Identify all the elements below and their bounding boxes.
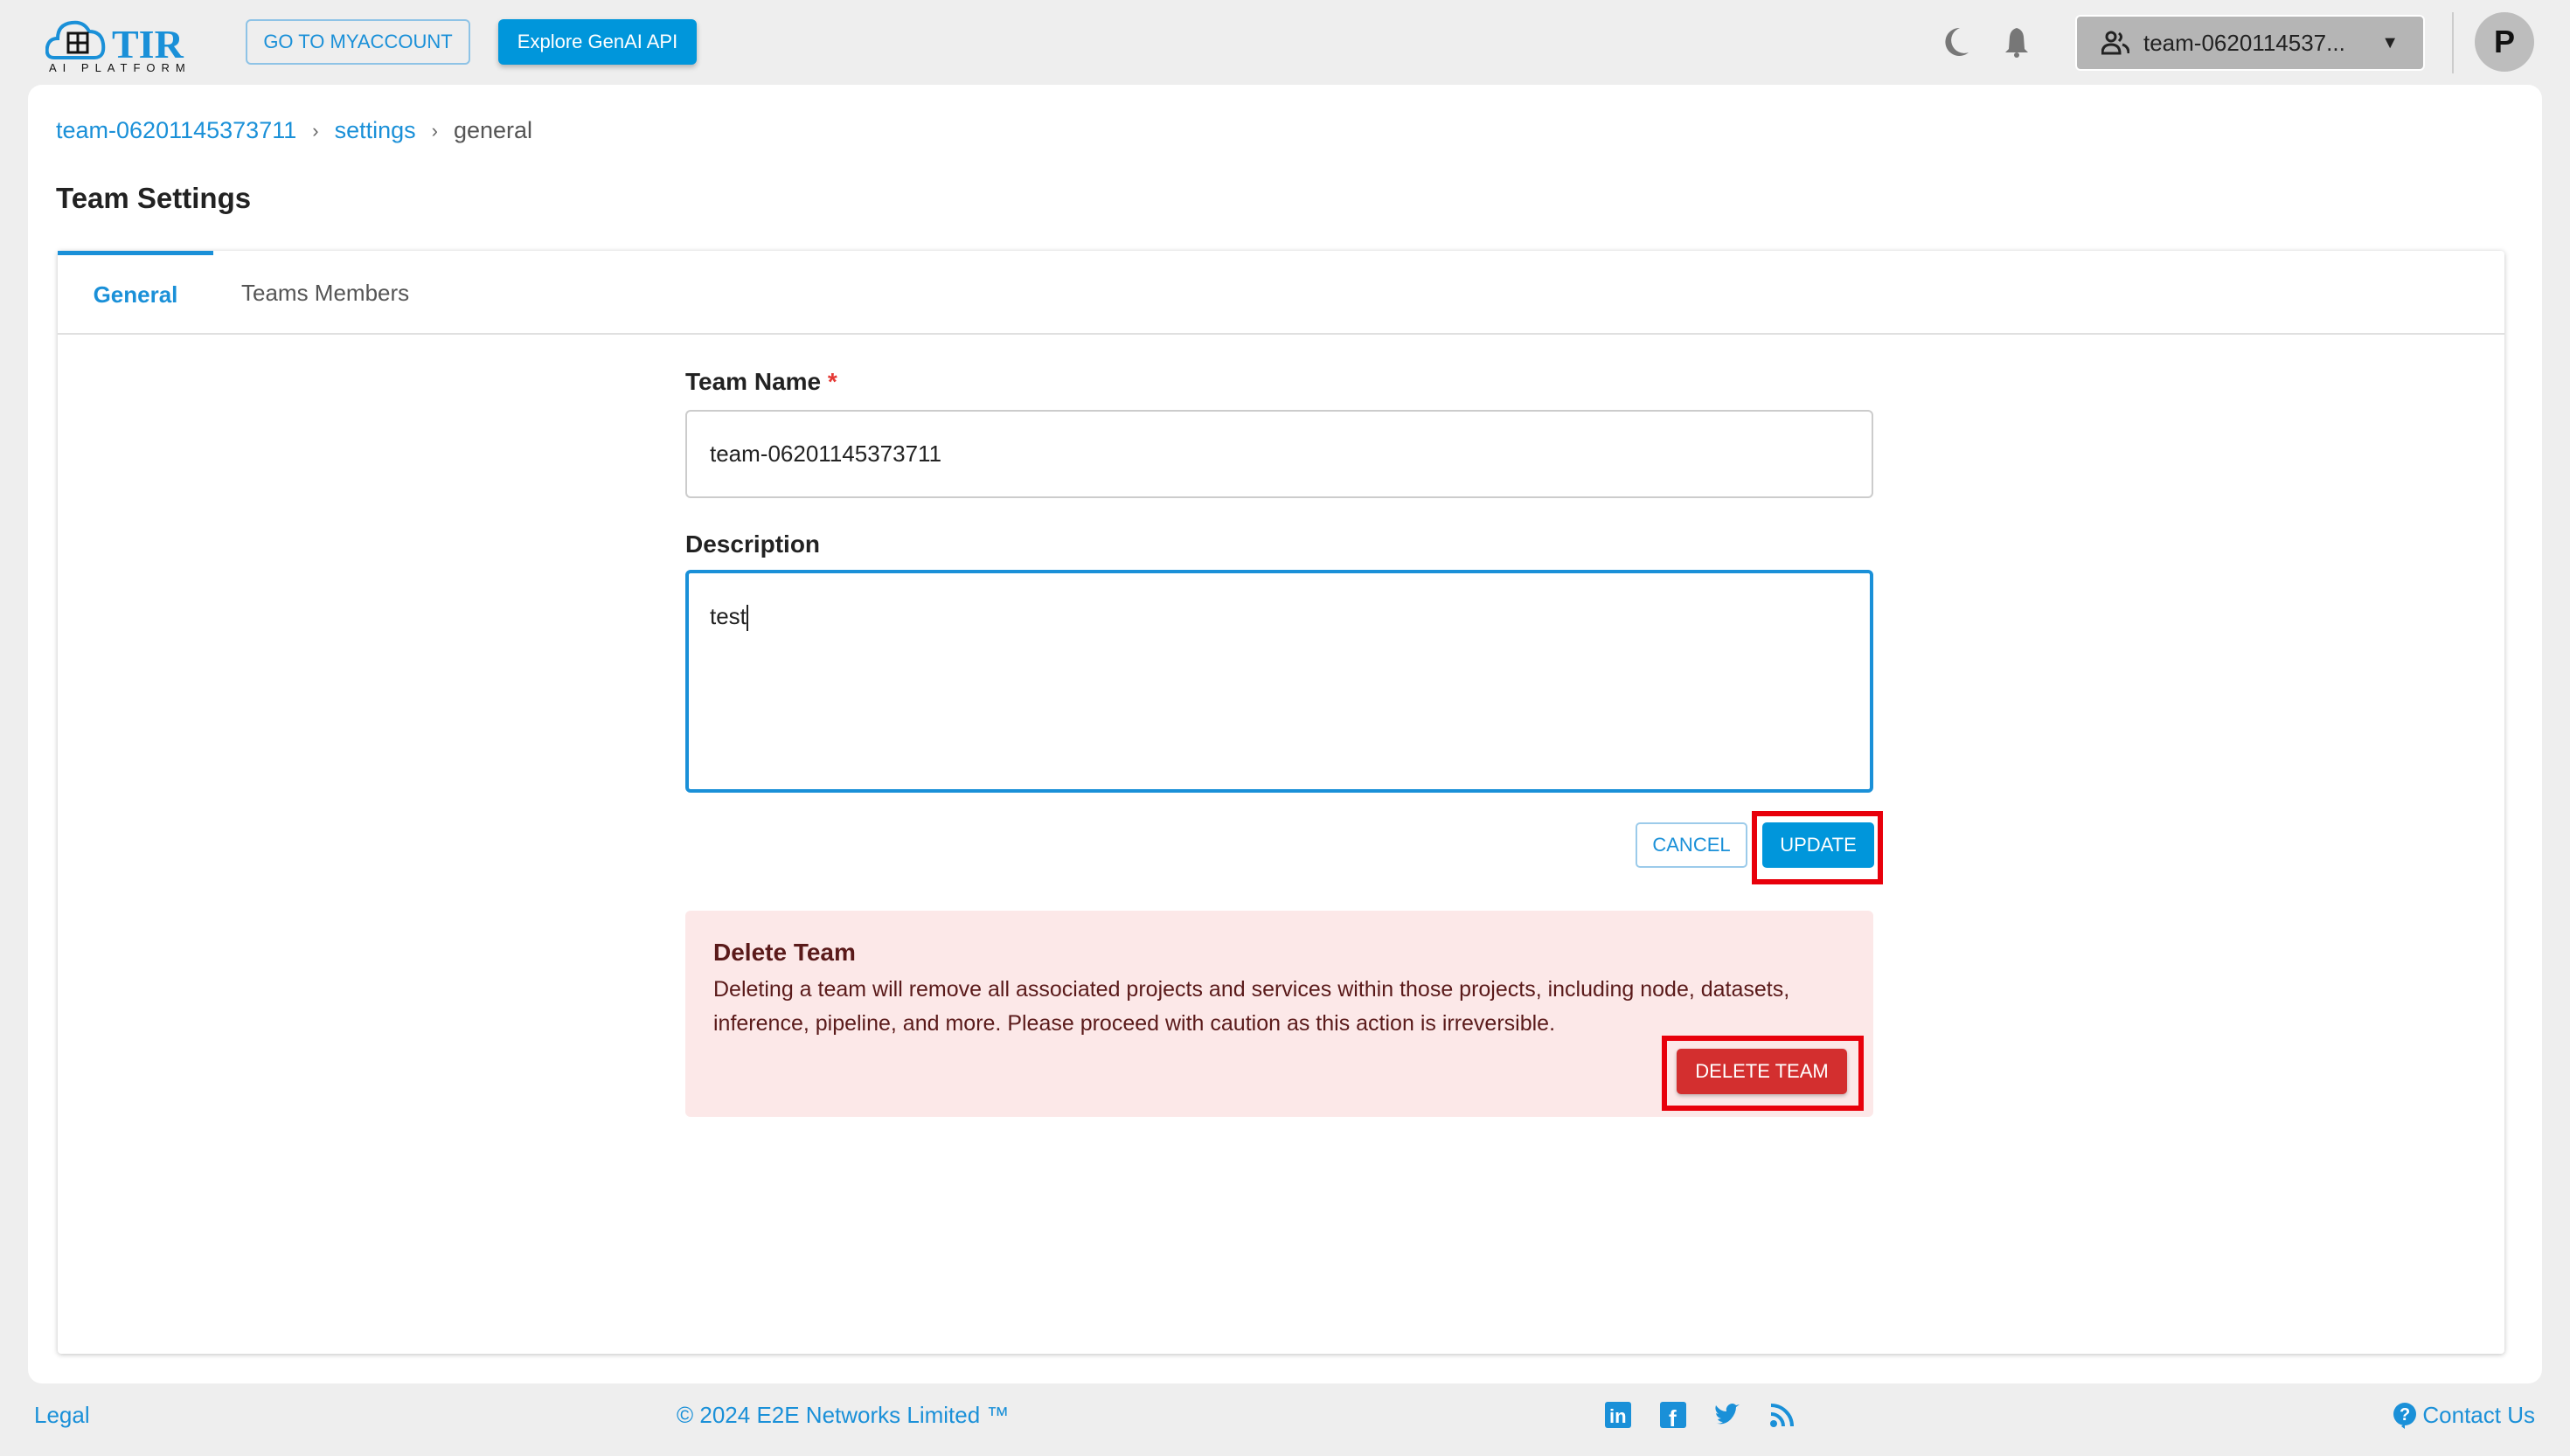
chevron-down-icon: ▼ (2381, 32, 2399, 52)
twitter-icon[interactable] (1713, 1402, 1740, 1428)
delete-team-warning: Deleting a team will remove all associat… (713, 977, 1790, 1036)
tab-bar: General Teams Members (58, 251, 2504, 335)
explore-genai-api-button[interactable]: Explore GenAI API (498, 19, 697, 65)
go-to-myaccount-button[interactable]: GO TO MYACCOUNT (246, 19, 470, 65)
tir-logo[interactable]: TIR AI PLATFORM (45, 12, 203, 74)
breadcrumb-team[interactable]: team-06201145373711 (56, 117, 296, 144)
description-textarea[interactable]: test (685, 570, 1873, 793)
cancel-button[interactable]: CANCEL (1636, 822, 1747, 868)
team-group-icon (2101, 31, 2129, 55)
legal-link[interactable]: Legal (34, 1402, 90, 1429)
delete-team-title: Delete Team (713, 939, 856, 966)
team-name-label: Team Name * (685, 368, 837, 395)
dark-mode-moon-icon[interactable] (1942, 26, 1970, 58)
svg-text:AI PLATFORM: AI PLATFORM (49, 61, 191, 73)
team-selector-dropdown[interactable]: team-0620114537... ▼ (2075, 15, 2425, 71)
team-select-value: team-0620114537... (2143, 29, 2345, 56)
contact-us-link[interactable]: ? Contact Us (2393, 1402, 2535, 1429)
breadcrumb-separator: › (431, 119, 438, 142)
rss-icon[interactable] (1769, 1402, 1796, 1428)
linkedin-icon[interactable]: in (1605, 1402, 1631, 1428)
notifications-bell-icon[interactable] (2004, 26, 2030, 58)
svg-text:f: f (1669, 1405, 1677, 1428)
header-divider (2452, 12, 2454, 73)
copyright: © 2024 E2E Networks Limited ™ (677, 1402, 1010, 1428)
breadcrumb-separator: › (312, 119, 319, 142)
avatar[interactable]: P (2475, 12, 2534, 72)
facebook-icon[interactable]: f (1660, 1402, 1686, 1432)
update-button[interactable]: UPDATE (1762, 822, 1874, 868)
svg-text:in: in (1609, 1405, 1627, 1427)
breadcrumb-general: general (453, 117, 533, 143)
delete-team-button[interactable]: DELETE TEAM (1677, 1049, 1847, 1094)
tab-teams-members[interactable]: Teams Members (241, 251, 409, 335)
help-icon: ? (2393, 1402, 2417, 1429)
svg-text:TIR: TIR (112, 22, 184, 66)
svg-text:?: ? (2400, 1405, 2410, 1425)
team-name-input[interactable]: team-06201145373711 (685, 410, 1873, 498)
description-label: Description (685, 530, 821, 558)
breadcrumb-settings[interactable]: settings (335, 117, 416, 144)
breadcrumb: team-06201145373711 › settings › general (56, 117, 532, 144)
page-title: Team Settings (56, 182, 252, 214)
tab-general[interactable]: General (58, 251, 213, 335)
